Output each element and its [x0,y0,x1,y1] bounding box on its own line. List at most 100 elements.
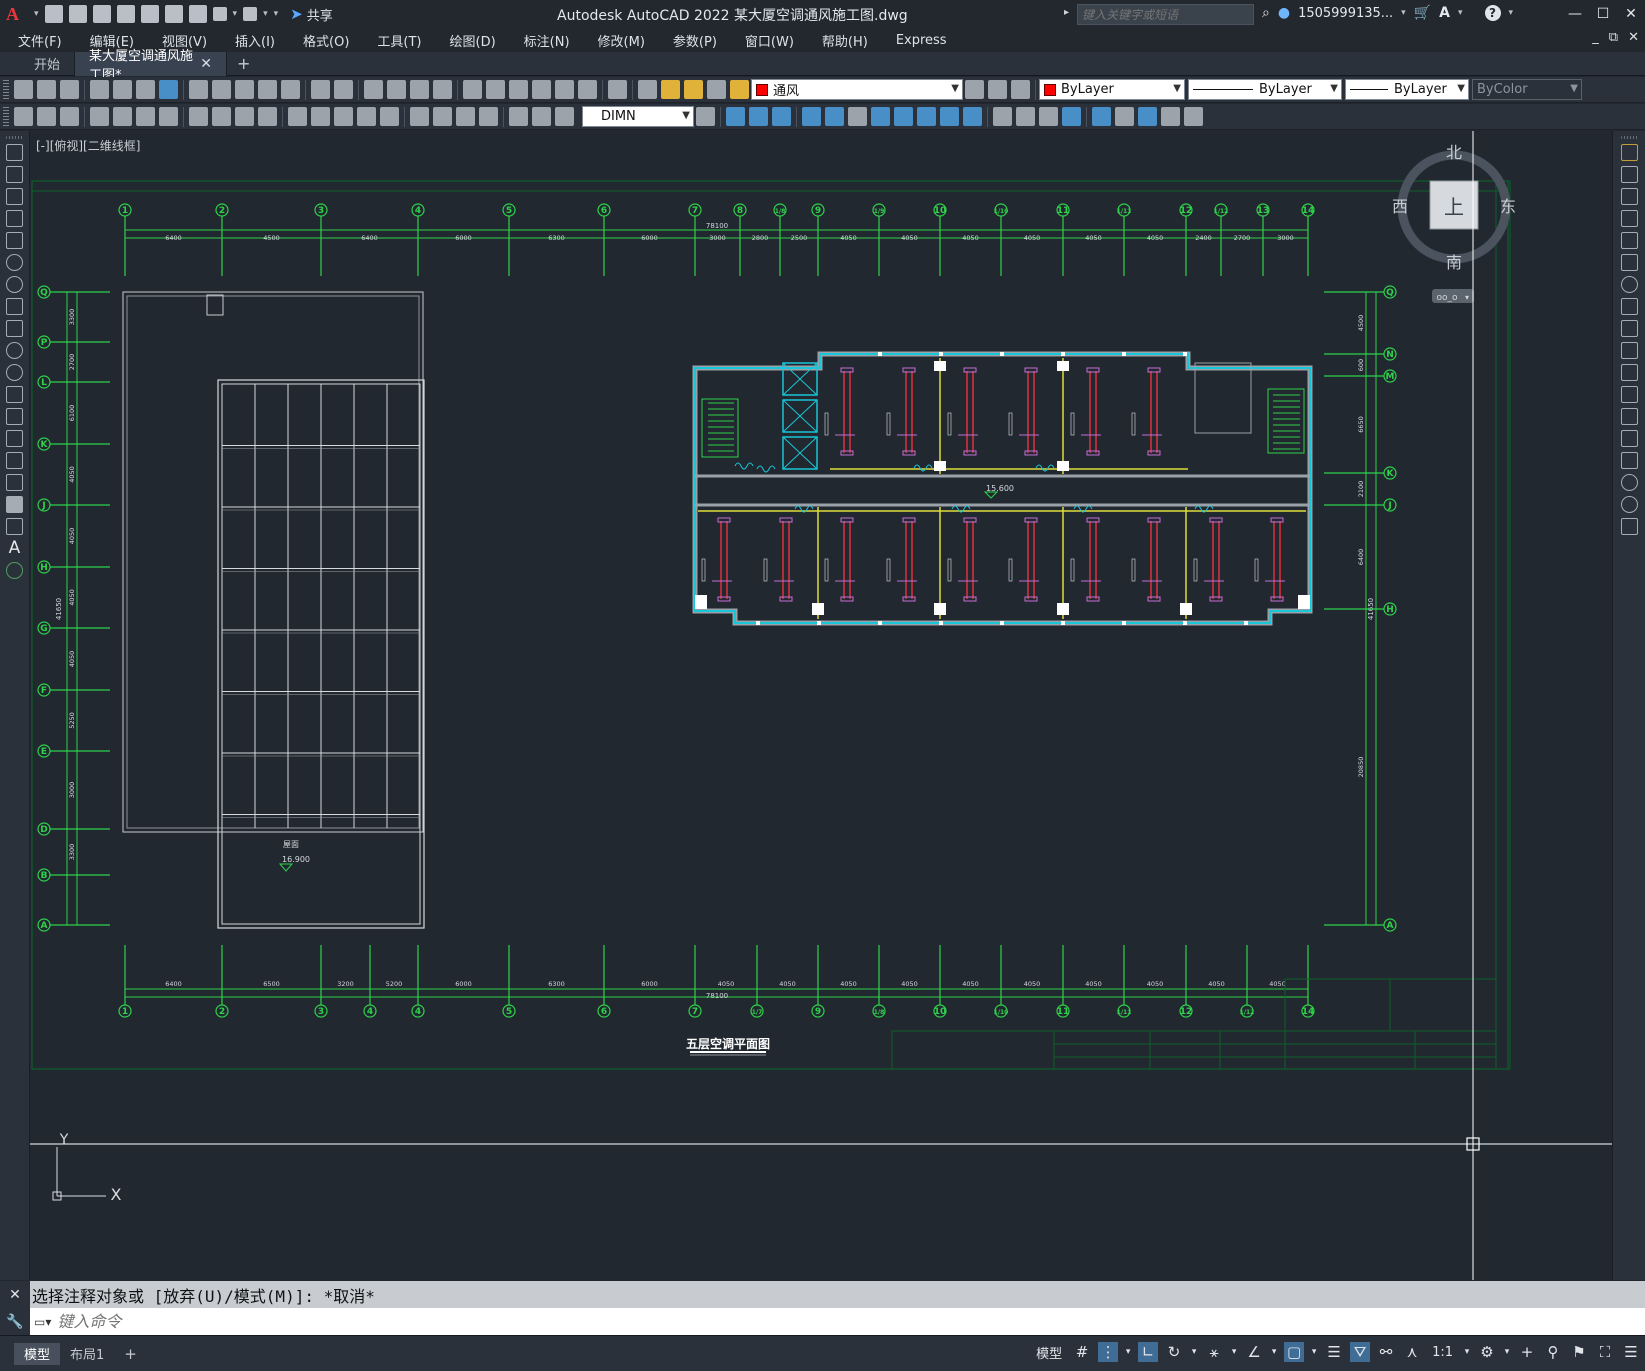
zoom-window-icon[interactable] [410,80,429,99]
ellipse-arc-icon[interactable] [6,364,23,381]
open-web-icon[interactable] [140,5,159,23]
doc-restore-button[interactable]: ⧉ [1609,30,1618,45]
solid-wedge-icon[interactable] [1062,107,1081,126]
undo-toolbar-icon[interactable] [311,80,330,99]
ellipse-icon[interactable] [6,342,23,359]
graphics-performance-icon[interactable]: ⚑ [1569,1342,1589,1362]
command-input[interactable] [51,1312,1552,1331]
polar-dropdown-icon[interactable]: ▾ [1190,1342,1198,1362]
erase-icon[interactable] [1620,144,1638,161]
inspection-icon[interactable] [456,107,475,126]
copy-object-icon[interactable] [1620,166,1638,183]
polyline-icon[interactable] [6,188,23,205]
menu-draw[interactable]: 绘图(D) [434,31,508,50]
table-icon[interactable] [6,518,23,535]
dim-baseline-icon[interactable] [311,107,330,126]
cart-icon[interactable]: 🛒 [1414,5,1431,21]
command-recent-icon[interactable]: ▭▾ [34,1315,51,1329]
redo-icon[interactable] [243,7,258,21]
trim-icon[interactable] [1620,342,1638,359]
menu-window[interactable]: 窗口(W) [729,31,806,50]
menu-insert[interactable]: 插入(I) [219,31,287,50]
isodraft-icon[interactable]: ⚹ [1204,1342,1224,1362]
dim-update-icon[interactable] [555,107,574,126]
search-input[interactable] [1077,4,1254,25]
layer-previous-icon[interactable] [988,80,1007,99]
break-icon[interactable] [1620,408,1638,425]
menu-help[interactable]: 帮助(H) [806,31,880,50]
menu-express[interactable]: Express [880,33,959,48]
blend-icon[interactable] [963,107,982,126]
named-views-icon[interactable] [60,107,79,126]
tolerance-icon[interactable] [410,107,429,126]
make-block-icon[interactable] [6,408,23,425]
tab-drawing[interactable]: 某大厦空调通风施工图* ✕ [75,49,228,83]
paste-icon[interactable] [235,80,254,99]
presspull-icon[interactable] [1184,107,1203,126]
design-center-icon[interactable] [486,80,505,99]
menu-dimension[interactable]: 标注(N) [508,31,582,50]
annotation-visibility-icon[interactable]: ⛛ [1350,1342,1371,1362]
loft-icon[interactable] [1161,107,1180,126]
annotation-scale-value[interactable]: 1:1 [1428,1342,1457,1362]
object-snap-icon[interactable]: ▢ [1284,1342,1305,1362]
layer-viewport-icon[interactable] [707,80,726,99]
toolbar-grip[interactable] [3,79,9,100]
wcs-dropdown-icon[interactable]: ▾ [1465,293,1469,302]
ortho-icon[interactable]: ∟ [1138,1342,1159,1362]
layer-manager-icon[interactable] [638,80,657,99]
maximize-button[interactable]: ☐ [1589,0,1617,28]
search-expand-icon[interactable]: ▸ [1064,7,1069,18]
object-snap-tracking-icon[interactable]: ∠ [1244,1342,1264,1362]
command-settings-icon[interactable]: 🔧 [0,1308,30,1335]
a360-dropdown-icon[interactable]: ▾ [1458,8,1463,18]
explode-icon[interactable] [871,107,890,126]
new-tab-button[interactable]: + [227,52,260,76]
block-editor-icon[interactable] [281,80,300,99]
move-icon[interactable] [1620,254,1638,271]
help-toolbar-icon[interactable] [608,80,627,99]
dimstyle-combo[interactable]: DIMN ▼ [582,106,694,127]
join-modify-icon[interactable] [1620,430,1638,447]
rotate-icon[interactable] [1620,276,1638,293]
solid-box-icon[interactable] [993,107,1012,126]
undo-dropdown-icon[interactable]: ▾ [233,9,238,19]
compass-east[interactable]: 东 [1500,197,1516,216]
close-button[interactable]: ✕ [1617,0,1645,28]
dim-angular-icon[interactable] [258,107,277,126]
gradient-icon[interactable] [6,474,23,491]
compass-north[interactable]: 北 [1446,143,1462,162]
hatch-icon[interactable] [6,452,23,469]
snap-icon[interactable]: ⋮ [1098,1342,1119,1362]
toolbar-grip[interactable] [1620,136,1638,139]
plot-toolbar-icon[interactable] [90,80,109,99]
make-current-layer-icon[interactable] [965,80,984,99]
clean-screen-icon[interactable]: ⛶ [1595,1342,1615,1362]
move-3d-icon[interactable] [802,107,821,126]
user-name[interactable]: 1505999135... [1298,6,1393,21]
layer-on-icon[interactable] [661,80,680,99]
copy-3d-icon[interactable] [825,107,844,126]
layer-combo[interactable]: 通风 ▼ [751,79,963,100]
view-back-icon[interactable] [749,107,768,126]
pan-icon[interactable] [364,80,383,99]
autodesk-a360-icon[interactable]: A [1439,5,1450,21]
doc-close-button[interactable]: ✕ [1628,30,1639,45]
3d-dwf-icon[interactable] [159,80,178,99]
dim-break-icon[interactable] [380,107,399,126]
calculator-icon[interactable] [578,80,597,99]
chamfer-modify-icon[interactable] [1620,452,1638,469]
offset-icon[interactable] [1620,210,1638,227]
layer-freeze-icon[interactable] [684,80,703,99]
lineweight-icon[interactable]: ☰ [1324,1342,1344,1362]
cut-icon[interactable] [189,80,208,99]
explode-modify-icon[interactable] [1620,518,1638,535]
add-layout-button[interactable]: + [114,1343,147,1365]
grid-icon[interactable]: # [1072,1342,1092,1362]
customization-icon[interactable]: ☰ [1621,1342,1641,1362]
dim-ordinate-icon[interactable] [159,107,178,126]
help-icon[interactable]: ? [1484,5,1501,21]
revolve-icon[interactable] [1115,107,1134,126]
spline-icon[interactable] [6,320,23,337]
break-at-point-icon[interactable] [1620,386,1638,403]
